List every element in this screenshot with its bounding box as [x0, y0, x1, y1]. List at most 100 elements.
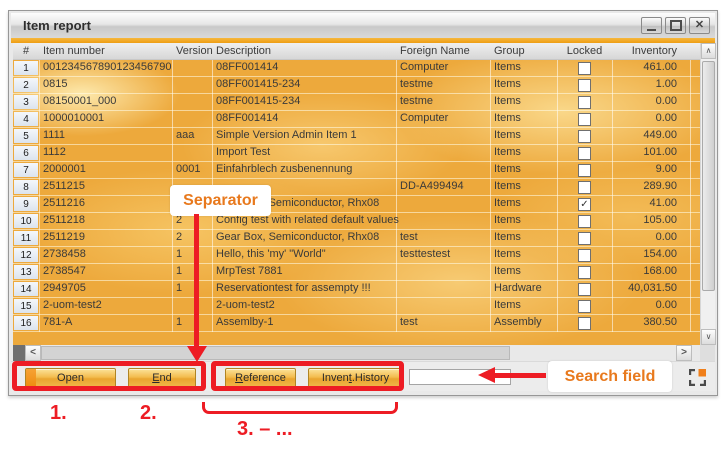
locked-checkbox[interactable] — [578, 283, 591, 296]
horizontal-scroll-thumb[interactable] — [41, 346, 510, 360]
cell-item[interactable]: 1112 — [39, 146, 172, 158]
table-row[interactable]: 4100001000108FF001414ComputerItems0.00 — [13, 111, 700, 128]
expand-form-button[interactable] — [689, 369, 706, 386]
locked-checkbox[interactable] — [578, 164, 591, 177]
locked-checkbox[interactable] — [578, 181, 591, 194]
cell-desc[interactable]: Reservationtest for assempty !!! — [212, 282, 371, 294]
table-row[interactable]: 308150001_000 08FF001415-234 testme Items 0.… — [13, 94, 700, 111]
cell-version[interactable]: 1 — [172, 265, 182, 277]
cell-item[interactable]: 0815 — [39, 78, 172, 90]
row-number-cell[interactable]: 12 — [14, 248, 38, 262]
cell-group[interactable]: Assembly — [490, 316, 542, 328]
cell-group[interactable]: Items — [490, 146, 521, 158]
cell-item[interactable]: 2-uom-test2 — [39, 299, 172, 311]
row-number-cell[interactable]: 10 — [14, 214, 38, 228]
cell-foreign[interactable]: Computer — [396, 112, 448, 124]
locked-checkbox[interactable] — [578, 215, 591, 228]
cell-inventory[interactable]: 101.00 — [612, 146, 690, 158]
column-header-item[interactable]: Item number — [43, 45, 105, 57]
locked-checkbox[interactable] — [578, 113, 591, 126]
cell-foreign[interactable]: testtestest — [396, 248, 450, 260]
cell-item[interactable]: 2511219 — [39, 231, 172, 243]
cell-item[interactable]: 1111 — [39, 129, 172, 141]
locked-checkbox[interactable] — [578, 79, 591, 92]
cell-version[interactable]: 2 — [172, 231, 182, 243]
cell-inventory[interactable]: 289.90 — [612, 180, 690, 192]
minimize-button[interactable] — [641, 17, 662, 34]
cell-version[interactable]: 0001 — [172, 163, 200, 175]
vertical-scroll-thumb[interactable] — [702, 61, 715, 291]
cell-group[interactable]: Items — [490, 95, 521, 107]
cell-group[interactable]: Items — [490, 248, 521, 260]
column-header-foreign[interactable]: Foreign Name — [400, 45, 470, 57]
table-row[interactable]: 10012345678901234567901234508FF001414Com… — [13, 60, 700, 77]
cell-inventory[interactable]: 449.00 — [612, 129, 690, 141]
cell-desc[interactable]: Import Test — [212, 146, 270, 158]
cell-inventory[interactable]: 0.00 — [612, 231, 690, 243]
cell-item[interactable]: 781-A — [39, 316, 172, 328]
cell-version[interactable]: 1 — [172, 316, 182, 328]
close-button[interactable]: ✕ — [689, 17, 710, 34]
locked-checkbox[interactable] — [578, 62, 591, 75]
cell-inventory[interactable]: 40,031.50 — [612, 282, 690, 294]
column-header-group[interactable]: Group — [494, 45, 525, 57]
locked-checkbox[interactable] — [578, 232, 591, 245]
cell-inventory[interactable]: 0.00 — [612, 95, 690, 107]
cell-group[interactable]: Items — [490, 78, 521, 90]
column-header-locked[interactable]: Locked — [557, 45, 612, 57]
row-number-cell[interactable]: 5 — [14, 129, 38, 143]
cell-desc[interactable]: 08FF001415-234 — [212, 95, 300, 107]
scroll-down-button[interactable]: ∨ — [701, 329, 716, 345]
cell-foreign[interactable]: test — [396, 316, 418, 328]
cell-group[interactable]: Items — [490, 231, 521, 243]
cell-item[interactable]: 2738458 — [39, 248, 172, 260]
cell-group[interactable]: Items — [490, 163, 521, 175]
cell-desc[interactable]: 08FF001415-234 — [212, 78, 300, 90]
cell-foreign[interactable]: testme — [396, 95, 433, 107]
cell-inventory[interactable]: 154.00 — [612, 248, 690, 260]
column-header-num[interactable]: # — [13, 45, 39, 57]
locked-checkbox[interactable] — [578, 249, 591, 262]
row-number-cell[interactable]: 4 — [14, 112, 38, 126]
row-number-cell[interactable]: 11 — [14, 231, 38, 245]
cell-inventory[interactable]: 9.00 — [612, 163, 690, 175]
cell-group[interactable]: Items — [490, 129, 521, 141]
row-number-cell[interactable]: 6 — [14, 146, 38, 160]
table-row[interactable]: 720000010001Einfahrblech zusbenennungIte… — [13, 162, 700, 179]
column-header-inventory[interactable]: Inventory — [612, 45, 677, 57]
cell-group[interactable]: Items — [490, 180, 521, 192]
cell-inventory[interactable]: 168.00 — [612, 265, 690, 277]
cell-item[interactable]: 1000010001 — [39, 112, 172, 124]
row-number-cell[interactable]: 16 — [14, 316, 38, 330]
table-row[interactable]: 92511216Gear Box, Semiconductor, Rhx08It… — [13, 196, 700, 213]
cell-item[interactable]: 2949705 — [39, 282, 172, 294]
cell-item[interactable]: 00123456789012345679012345 — [39, 61, 172, 73]
cell-desc[interactable]: Simple Version Admin Item 1 — [212, 129, 357, 141]
locked-checkbox[interactable] — [578, 300, 591, 313]
cell-inventory[interactable]: 41.00 — [612, 197, 690, 209]
row-number-cell[interactable]: 14 — [14, 282, 38, 296]
column-header-version[interactable]: Version — [176, 45, 213, 57]
row-number-cell[interactable]: 8 — [14, 180, 38, 194]
locked-checkbox[interactable] — [578, 317, 591, 330]
cell-item[interactable]: 08150001_000 — [39, 95, 172, 107]
table-row[interactable]: 82511215DD-A499494Items289.90 — [13, 179, 700, 196]
locked-checkbox[interactable] — [578, 147, 591, 160]
cell-version[interactable]: 1 — [172, 248, 182, 260]
table-row[interactable]: 1227384581Hello, this 'my' "World"testte… — [13, 247, 700, 264]
vertical-scrollbar[interactable]: ∧ ∨ — [700, 43, 715, 345]
scroll-up-button[interactable]: ∧ — [701, 43, 716, 59]
cell-group[interactable]: Hardware — [490, 282, 542, 294]
cell-foreign[interactable]: Computer — [396, 61, 448, 73]
table-row[interactable]: 1125112192Gear Box, Semiconductor, Rhx08… — [13, 230, 700, 247]
cell-desc[interactable]: 08FF001414 — [212, 112, 278, 124]
row-number-cell[interactable]: 2 — [14, 78, 38, 92]
cell-foreign[interactable]: testme — [396, 78, 433, 90]
cell-desc[interactable]: Assemlby-1 — [212, 316, 273, 328]
cell-desc[interactable]: MrpTest 7881 — [212, 265, 283, 277]
cell-item[interactable]: 2738547 — [39, 265, 172, 277]
row-number-cell[interactable]: 3 — [14, 95, 38, 109]
cell-desc[interactable]: 2-uom-test2 — [212, 299, 275, 311]
cell-inventory[interactable]: 380.50 — [612, 316, 690, 328]
cell-item[interactable]: 2511216 — [39, 197, 172, 209]
